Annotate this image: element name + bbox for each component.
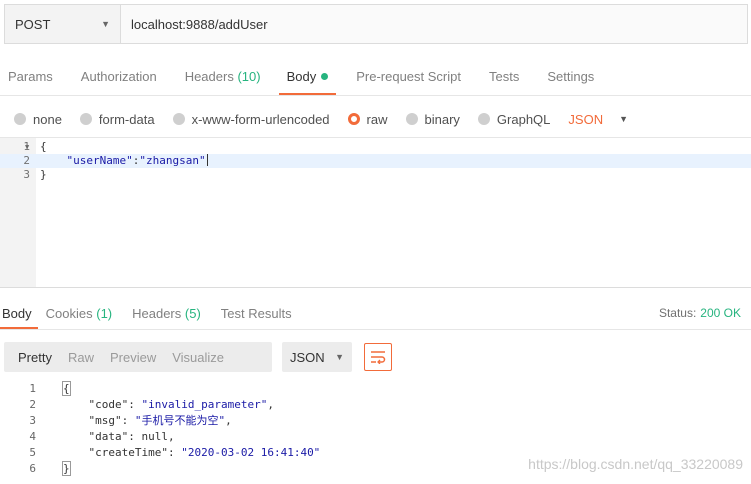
tab-settings[interactable]: Settings (547, 62, 594, 95)
tab-pre-request-script[interactable]: Pre-request Script (356, 62, 461, 95)
body-option-raw[interactable]: raw (347, 112, 388, 127)
view-mode-group: Pretty Raw Preview Visualize (4, 342, 272, 372)
body-format-select[interactable]: JSON ▼ (568, 112, 628, 127)
request-tabs: Params Authorization Headers (10) Body P… (0, 62, 751, 96)
headers-count: (10) (237, 69, 261, 84)
response-view-bar: Pretty Raw Preview Visualize JSON ▼ (4, 341, 748, 373)
url-input[interactable] (121, 5, 747, 43)
response-tab-body[interactable]: Body (0, 298, 38, 329)
view-visualize-button[interactable]: Visualize (164, 350, 232, 365)
tab-headers[interactable]: Headers (10) (185, 62, 261, 95)
response-line: 1{ (29, 381, 71, 396)
body-modified-dot-icon (321, 73, 329, 80)
view-pretty-button[interactable]: Pretty (10, 350, 60, 365)
radio-icon (477, 113, 490, 125)
fold-arrow-icon[interactable]: ▼ (25, 140, 29, 154)
text-cursor (206, 154, 208, 166)
view-raw-button[interactable]: Raw (60, 350, 102, 365)
wrap-lines-button[interactable] (364, 343, 392, 371)
body-option-urlencoded[interactable]: x-www-form-urlencoded (172, 112, 330, 127)
tab-tests[interactable]: Tests (489, 62, 519, 95)
request-url-bar: POST ▼ (4, 4, 748, 44)
view-preview-button[interactable]: Preview (102, 350, 164, 365)
tab-authorization[interactable]: Authorization (81, 62, 157, 95)
chevron-down-icon: ▼ (101, 19, 110, 29)
tab-body[interactable]: Body (278, 62, 337, 95)
radio-icon (172, 113, 185, 125)
request-body-editor[interactable]: 1 ▼ { 2 "userName":"zhangsan" 3 } (0, 137, 751, 288)
response-format-select[interactable]: JSON ▼ (282, 342, 352, 372)
radio-icon (79, 113, 92, 125)
body-type-options: none form-data x-www-form-urlencoded raw… (0, 104, 751, 134)
body-option-binary[interactable]: binary (405, 112, 460, 127)
http-method-label: POST (15, 16, 51, 32)
http-method-select[interactable]: POST ▼ (5, 5, 121, 43)
chevron-down-icon: ▼ (335, 352, 344, 362)
status-code: 200 OK (700, 306, 741, 320)
radio-icon (405, 113, 418, 125)
wrap-lines-icon (371, 351, 386, 364)
response-tab-cookies[interactable]: Cookies (1) (46, 298, 112, 329)
body-option-form-data[interactable]: form-data (79, 112, 155, 127)
response-status: Status: 200 OK (658, 306, 741, 320)
editor-line: 1 ▼ { (23, 140, 47, 154)
watermark-text: https://blog.csdn.net/qq_33220089 (528, 456, 743, 472)
response-tabs: Body Cookies (1) Headers (5) Test Result… (0, 298, 751, 330)
body-option-graphql[interactable]: GraphQL (477, 112, 550, 127)
response-tab-test-results[interactable]: Test Results (221, 298, 292, 329)
response-line: 2 "code": "invalid_parameter", (29, 398, 274, 411)
tab-params[interactable]: Params (8, 62, 53, 95)
chevron-down-icon: ▼ (619, 114, 628, 124)
response-line: 4 "data": null, (29, 430, 175, 443)
radio-selected-icon (347, 113, 360, 125)
response-line: 3 "msg": "手机号不能为空", (29, 414, 232, 427)
response-tab-headers[interactable]: Headers (5) (132, 298, 201, 329)
editor-line-current: 2 "userName":"zhangsan" (0, 154, 751, 168)
editor-line: 3 } (23, 168, 47, 181)
radio-icon (14, 113, 26, 125)
body-option-none[interactable]: none (14, 112, 62, 127)
